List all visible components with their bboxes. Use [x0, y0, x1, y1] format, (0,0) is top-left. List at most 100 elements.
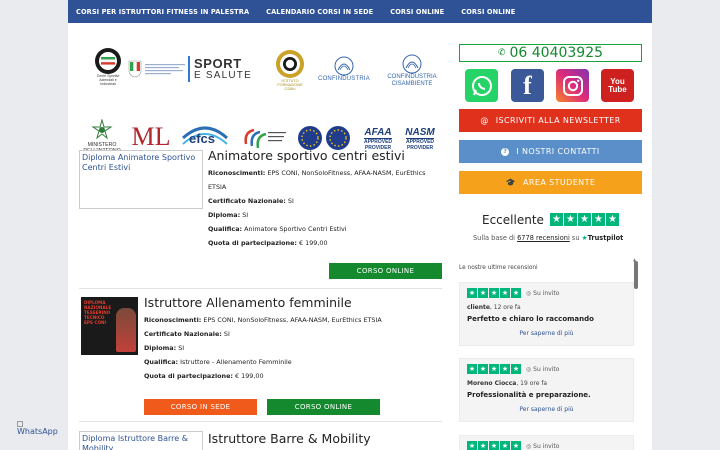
review-text: Professionalità e preparazione.	[467, 391, 591, 399]
star-icon: ★	[500, 288, 510, 298]
field-label: Quota di partecipazione:	[144, 372, 233, 380]
course-title[interactable]: Animatore sportivo centri estivi	[208, 148, 405, 163]
newsletter-button[interactable]: @ ISCRIVITI ALLA NEWSLETTER	[459, 109, 642, 132]
top-navigation: CORSI PER ISTRUTTORI FITNESS IN PALESTRA…	[68, 0, 652, 23]
course-diploma: Diploma: SI	[208, 211, 248, 219]
nav-calendario-sede[interactable]: CALENDARIO CORSI IN SEDE	[266, 8, 373, 16]
course-poster-femminile[interactable]: DIPLOMA NAZIONALE TESSERINO TECNICO EPS …	[81, 297, 138, 355]
field-label: Certificato Nazionale:	[144, 330, 222, 338]
field-value: EPS CONI, NonSoloFitness, AFAA-NASM, Eur…	[267, 169, 426, 177]
confindustria-cisambiente-logo: CONFINDUSTRIA CISAMBIENTE	[380, 51, 444, 91]
instagram-glyph-icon	[562, 75, 583, 96]
course-title[interactable]: Istruttore Allenamento femminile	[144, 295, 352, 310]
nav-corsi-online[interactable]: CORSI ONLINE	[390, 8, 444, 16]
read-more-link[interactable]: Per saperne di più	[467, 330, 626, 337]
course-certificato: Certificato Nazionale: SI	[208, 197, 294, 205]
trustpilot-brand: Trustpilot	[587, 234, 624, 242]
star-icon: ★	[478, 364, 488, 374]
review-card[interactable]: ★ ★ ★ ★ ★ ◎ Su invito Moreno Ciocca, 19 …	[459, 358, 634, 422]
salute-text: E SALUTE	[194, 69, 252, 81]
review-card[interactable]: ★ ★ ★ ★ ★ ◎ Su invito	[459, 435, 634, 450]
csen-mark-icon	[95, 48, 121, 75]
star-icon: ★	[467, 288, 477, 298]
confindustria-mark-icon	[334, 56, 354, 76]
course-qualifica: Qualifica: Istruttore - Allenamento Femm…	[144, 358, 292, 366]
poster-figure	[116, 308, 136, 352]
review-time: , 12 ore fa	[489, 304, 521, 311]
corso-in-sede-button[interactable]: CORSO IN SEDE	[144, 399, 257, 415]
instagram-icon[interactable]	[556, 69, 589, 102]
course-card-barre-mobility: Diploma Istruttore Barre & Mobility Istr…	[79, 429, 442, 450]
phone-number-box[interactable]: ✆ 06 40403925	[459, 44, 642, 62]
star-icon: ★	[511, 441, 521, 450]
contatti-button[interactable]: ? I NOSTRI CONTATTI	[459, 140, 642, 163]
course-card-animatore: Diploma Animatore Sportivo Centri Estivi…	[79, 148, 442, 285]
author-name: Moreno Ciocca	[467, 380, 517, 387]
invited-badge: ◎ Su invito	[526, 366, 559, 373]
field-value: SI	[178, 344, 185, 352]
nav-corsi-istruttori[interactable]: CORSI PER ISTRUTTORI FITNESS IN PALESTRA	[76, 8, 249, 16]
trustpilot-rating-text[interactable]: Eccellente	[482, 213, 544, 227]
star-icon: ★	[564, 213, 577, 226]
trustpilot-summary: Sulla base di 6778 recensioni su ★Trustp…	[473, 234, 623, 242]
read-more-link[interactable]: Per saperne di più	[467, 406, 626, 413]
cisambiente-mark-icon	[402, 54, 422, 74]
review-author: cliente, 12 ore fa	[467, 304, 626, 311]
review-time: , 19 ore fa	[516, 380, 548, 387]
newsletter-label: ISCRIVITI ALLA NEWSLETTER	[495, 116, 621, 125]
star-icon: ★	[578, 213, 591, 226]
field-value: € 199,00	[299, 239, 328, 247]
facebook-icon[interactable]: f	[511, 69, 544, 102]
reviews-scrollbar[interactable]	[634, 261, 638, 289]
field-label: Riconoscimenti:	[208, 169, 266, 177]
corso-online-button[interactable]: CORSO ONLINE	[329, 263, 442, 279]
csen-caption: Centri Sportivi Aziendali e Industriali	[96, 74, 120, 86]
sport-salute-logo: SPORT E SALUTE	[188, 53, 262, 85]
course-certificato: Certificato Nazionale: SI	[144, 330, 230, 338]
course-title[interactable]: Istruttore Barre & Mobility	[208, 431, 371, 446]
star-icon: ★	[467, 364, 477, 374]
question-icon: ?	[501, 147, 510, 156]
graduation-cap-icon: 🎓	[505, 178, 517, 187]
star-icon: ★	[467, 441, 477, 450]
corso-online-button[interactable]: CORSO ONLINE	[267, 399, 380, 415]
star-icon: ★	[550, 213, 563, 226]
review-card[interactable]: ★ ★ ★ ★ ★ ◎ Su invito cliente, 12 ore fa…	[459, 282, 634, 346]
star-icon: ★	[511, 364, 521, 374]
area-studente-button[interactable]: 🎓 AREA STUDENTE	[459, 171, 642, 194]
floating-whatsapp-button[interactable]: WhatsApp	[17, 421, 58, 436]
phone-number: 06 40403925	[509, 45, 604, 61]
istituto-formazione-logo: ISTITUTO FORMAZIONE CSAIn	[270, 47, 310, 93]
field-label: Diploma:	[144, 344, 177, 352]
whatsapp-icon[interactable]	[465, 69, 498, 102]
course-image-barre[interactable]: Diploma Istruttore Barre & Mobility	[79, 431, 203, 450]
star-icon: ★	[500, 441, 510, 450]
trustpilot-logo[interactable]: ★Trustpilot	[582, 234, 624, 242]
course-card-allenamento-femminile: DIPLOMA NAZIONALE TESSERINO TECNICO EPS …	[79, 295, 442, 417]
invited-badge: ◎ Su invito	[526, 290, 559, 297]
phone-icon: ✆	[497, 48, 506, 58]
review-count-link[interactable]: 6778 recensioni	[517, 234, 570, 242]
youtube-icon[interactable]: You Tube	[601, 69, 634, 102]
poster-text: DIPLOMA NAZIONALE TESSERINO TECNICO EPS …	[84, 300, 112, 326]
star-icon: ★	[478, 441, 488, 450]
latest-reviews-label: Le nostre ultime recensioni	[459, 265, 538, 271]
check-circle-icon: ◎	[526, 289, 532, 297]
review-stars: ★ ★ ★ ★ ★ ◎ Su invito	[467, 288, 626, 298]
sport-text: SPORT	[194, 55, 242, 71]
area-studente-label: AREA STUDENTE	[523, 178, 596, 187]
contatti-label: I NOSTRI CONTATTI	[516, 147, 600, 156]
course-quota: Quota di partecipazione: € 199,00	[144, 372, 264, 380]
course-divider	[79, 421, 442, 422]
sport-salute-bar-icon	[188, 56, 190, 82]
istituto-caption: ISTITUTO FORMAZIONE CSAIn	[277, 78, 303, 92]
course-image-animatore[interactable]: Diploma Animatore Sportivo Centri Estivi	[79, 150, 203, 209]
course-riconoscimenti: Riconoscimenti: EPS CONI, NonSoloFitness…	[208, 169, 425, 177]
author-name: cliente	[467, 304, 490, 311]
nasm-text: NASM	[405, 127, 435, 138]
star-icon: ★	[500, 364, 510, 374]
review-stars: ★ ★ ★ ★ ★ ◎ Su invito	[467, 364, 626, 374]
nav-corsi-online-2[interactable]: CORSI ONLINE	[461, 8, 515, 16]
trustpilot-stars: ★ ★ ★ ★ ★	[550, 213, 619, 226]
star-icon: ★	[478, 288, 488, 298]
